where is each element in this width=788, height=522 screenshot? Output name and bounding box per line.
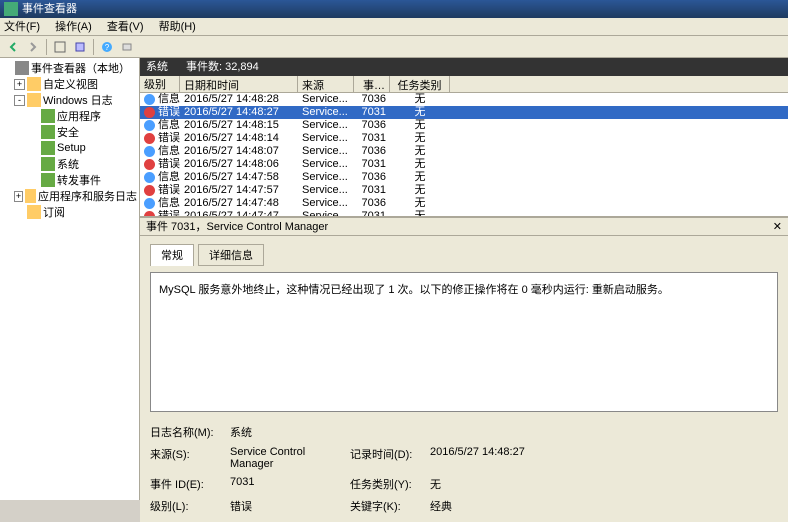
lbl-keywords: 关键字(K): [350,498,430,514]
svg-text:?: ? [105,43,110,52]
grid-body[interactable]: 信息2016/5/27 14:48:28Service...7036无错误201… [140,93,788,216]
info-icon [144,172,155,183]
toolbar-icon-1[interactable] [51,38,69,56]
back-button[interactable] [4,38,22,56]
val-taskcat: 无 [430,476,570,492]
tree-setup[interactable]: Setup [0,140,139,156]
col-level[interactable]: 级别 [140,76,180,92]
table-row[interactable]: 错误2016/5/27 14:48:06Service...7031无 [140,158,788,171]
main: 事件查看器（本地） +自定义视图 -Windows 日志 应用程序 安全 Set… [0,58,788,500]
message-box[interactable]: MySQL 服务意外地终止，这种情况已经出现了 1 次。以下的修正操作将在 0 … [150,272,778,412]
table-row[interactable]: 信息2016/5/27 14:48:15Service...7036无 [140,119,788,132]
tree-custom[interactable]: +自定义视图 [0,76,139,92]
tree-appsvc[interactable]: +应用程序和服务日志 [0,188,139,204]
tree-system[interactable]: 系统 [0,156,139,172]
expand-icon[interactable]: + [14,191,23,202]
info-icon [144,198,155,209]
properties: 日志名称(M): 系统 来源(S): Service Control Manag… [150,424,778,514]
val-logname: 系统 [230,424,350,440]
table-row[interactable]: 信息2016/5/27 14:48:07Service...7036无 [140,145,788,158]
table-row[interactable]: 信息2016/5/27 14:47:58Service...7036无 [140,171,788,184]
error-icon [144,185,155,196]
error-icon [144,159,155,170]
viewer-icon [15,61,29,75]
log-icon [41,157,55,171]
detail-body: 常规 详细信息 MySQL 服务意外地终止，这种情况已经出现了 1 次。以下的修… [140,236,788,522]
lbl-logged: 记录时间(D): [350,446,430,470]
toolbar-separator [93,39,94,55]
grid-head: 级别 日期和时间 来源 事… 任务类别 [140,76,788,93]
menu-action[interactable]: 操作(A) [55,21,92,33]
expand-icon[interactable]: + [14,79,25,90]
tabs: 常规 详细信息 [150,244,778,266]
folder-icon [27,205,41,219]
col-source[interactable]: 来源 [298,76,354,92]
tab-details[interactable]: 详细信息 [198,244,264,266]
lbl-eventid: 事件 ID(E): [150,476,230,492]
val-level: 错误 [230,498,350,514]
val-source: Service Control Manager [230,446,350,470]
tab-general[interactable]: 常规 [150,244,194,266]
col-task[interactable]: 任务类别 [390,76,450,92]
info-icon [144,94,155,105]
tree-security[interactable]: 安全 [0,124,139,140]
table-row[interactable]: 信息2016/5/27 14:48:28Service...7036无 [140,93,788,106]
folder-icon [27,77,41,91]
log-icon [41,173,55,187]
val-eventid: 7031 [230,476,350,492]
event-grid[interactable]: 级别 日期和时间 来源 事… 任务类别 信息2016/5/27 14:48:28… [140,76,788,216]
table-row[interactable]: 信息2016/5/27 14:47:48Service...7036无 [140,197,788,210]
folder-icon [25,189,36,203]
right-pane: 系统 事件数: 32,894 级别 日期和时间 来源 事… 任务类别 信息201… [140,58,788,500]
menubar: 文件(F) 操作(A) 查看(V) 帮助(H) [0,18,788,36]
help-button[interactable]: ? [98,38,116,56]
tree-winlogs[interactable]: -Windows 日志 [0,92,139,108]
forward-button[interactable] [24,38,42,56]
toolbar-icon-2[interactable] [71,38,89,56]
tree-subs[interactable]: 订阅 [0,204,139,220]
detail-pane: 事件 7031，Service Control Manager ✕ 常规 详细信… [140,216,788,522]
table-row[interactable]: 错误2016/5/27 14:48:14Service...7031无 [140,132,788,145]
lbl-source: 来源(S): [150,446,230,470]
folder-icon [27,93,41,107]
table-row[interactable]: 错误2016/5/27 14:48:27Service...7031无 [140,106,788,119]
tree-app[interactable]: 应用程序 [0,108,139,124]
titlebar[interactable]: 事件查看器 [0,0,788,18]
val-keywords: 经典 [430,498,570,514]
window-title: 事件查看器 [22,0,77,18]
log-icon [41,125,55,139]
col-id[interactable]: 事… [354,76,390,92]
list-title: 系统 [146,58,168,76]
info-icon [144,146,155,157]
info-icon [144,120,155,131]
menu-help[interactable]: 帮助(H) [159,21,196,33]
lbl-taskcat: 任务类别(Y): [350,476,430,492]
list-header: 系统 事件数: 32,894 [140,58,788,76]
tree-forwarded[interactable]: 转发事件 [0,172,139,188]
toolbar-icon-3[interactable] [118,38,136,56]
collapse-icon[interactable]: - [14,95,25,106]
log-icon [41,109,55,123]
detail-title: 事件 7031，Service Control Manager ✕ [140,218,788,236]
menu-file[interactable]: 文件(F) [4,21,40,33]
close-icon[interactable]: ✕ [773,218,782,235]
app-icon [4,2,18,16]
menu-view[interactable]: 查看(V) [107,21,144,33]
toolbar: ? [0,36,788,58]
error-icon [144,107,155,118]
col-datetime[interactable]: 日期和时间 [180,76,298,92]
error-icon [144,133,155,144]
table-row[interactable]: 错误2016/5/27 14:47:57Service...7031无 [140,184,788,197]
val-logged: 2016/5/27 14:48:27 [430,446,570,470]
tree[interactable]: 事件查看器（本地） +自定义视图 -Windows 日志 应用程序 安全 Set… [0,58,140,500]
lbl-logname: 日志名称(M): [150,424,230,440]
toolbar-separator [46,39,47,55]
tree-root[interactable]: 事件查看器（本地） [0,60,139,76]
lbl-level: 级别(L): [150,498,230,514]
log-icon [41,141,55,155]
